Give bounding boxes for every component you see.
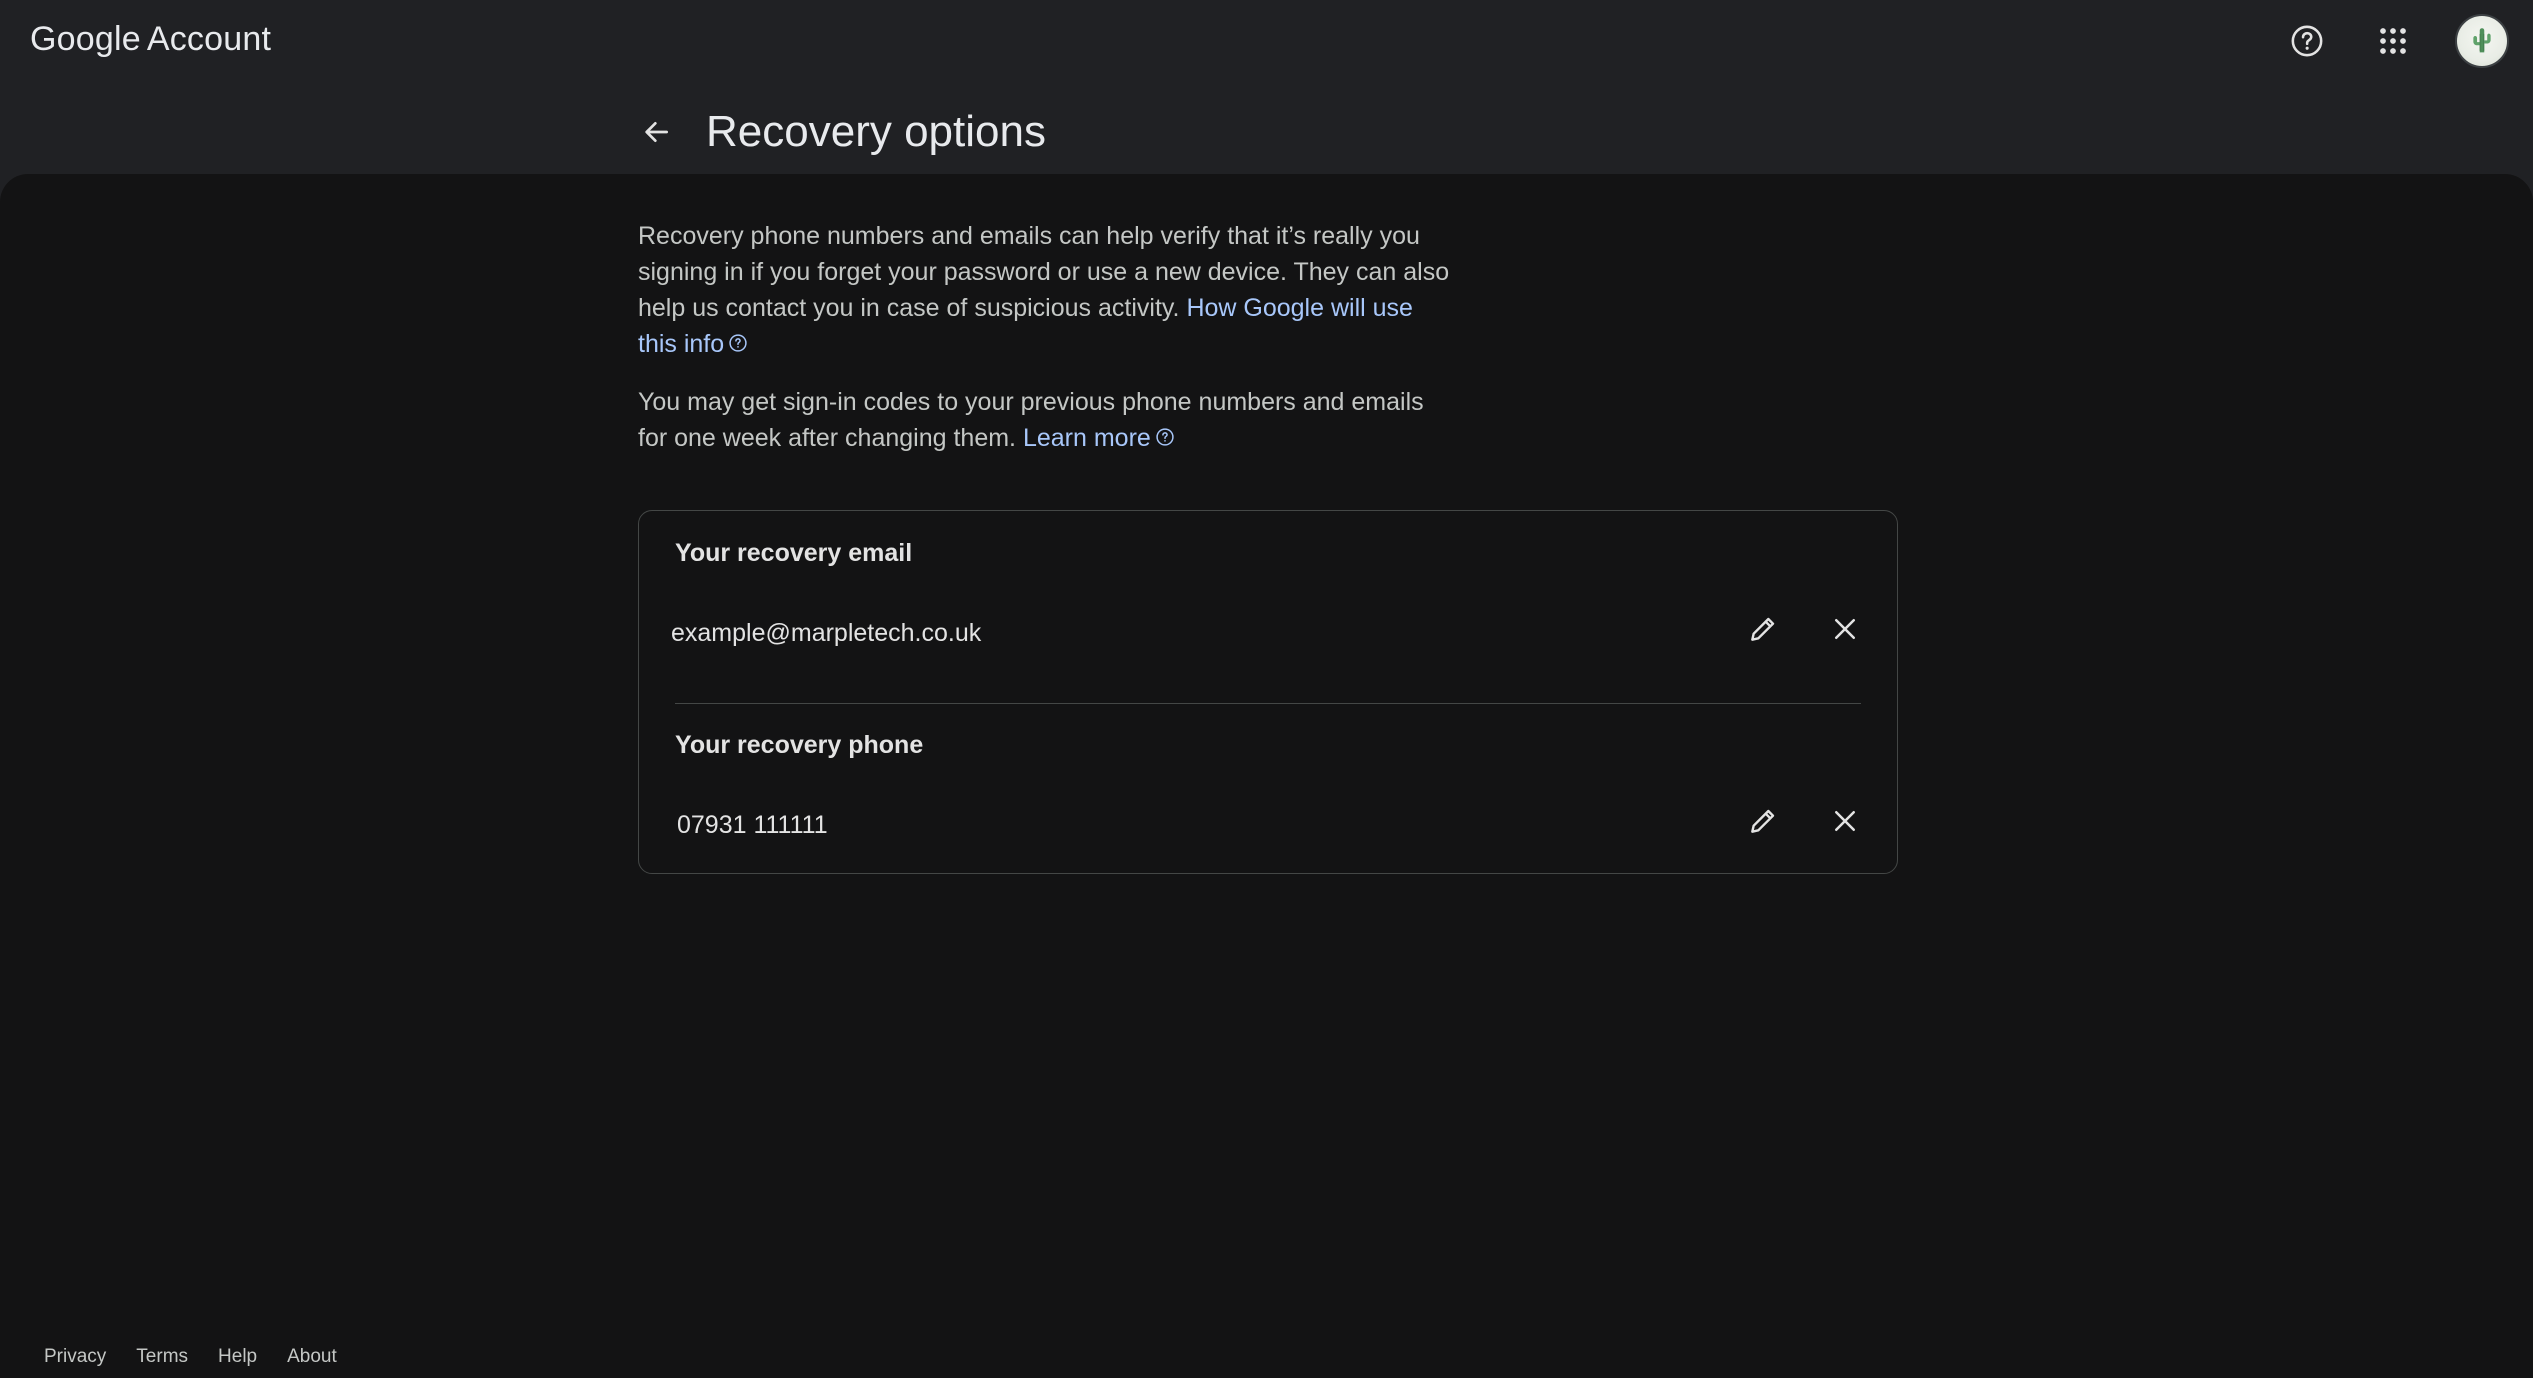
help-small-icon[interactable]	[1155, 427, 1175, 447]
edit-phone-button[interactable]	[1741, 799, 1785, 843]
apps-grid-icon	[2380, 28, 2406, 54]
footer-link-help[interactable]: Help	[218, 1346, 257, 1368]
apps-button[interactable]	[2369, 17, 2417, 65]
google-account-logo[interactable]: Google Account	[30, 20, 271, 59]
footer-link-about[interactable]: About	[287, 1346, 337, 1368]
recovery-card: Your recovery email example@marpletech.c…	[638, 510, 1898, 874]
brand-account: Account	[146, 20, 272, 58]
edit-email-button[interactable]	[1741, 607, 1785, 651]
recovery-email-actions	[1741, 607, 1867, 651]
footer-link-terms[interactable]: Terms	[136, 1346, 188, 1368]
footer: Privacy Terms Help About	[44, 1346, 337, 1368]
help-small-icon[interactable]	[728, 333, 748, 353]
help-circle-icon	[2291, 25, 2323, 57]
remove-phone-button[interactable]	[1823, 799, 1867, 843]
top-actions	[2283, 14, 2509, 68]
cactus-avatar-icon	[2473, 28, 2491, 53]
avatar[interactable]	[2455, 14, 2509, 68]
page-title: Recovery options	[706, 107, 1046, 156]
remove-email-button[interactable]	[1823, 607, 1867, 651]
close-icon	[1835, 619, 1855, 639]
intro-section: Recovery phone numbers and emails can he…	[638, 218, 1458, 478]
recovery-phone-actions	[1741, 799, 1867, 843]
arrow-back-icon	[645, 122, 668, 142]
brand-google: Google	[30, 20, 141, 58]
recovery-phone-label: Your recovery phone	[675, 731, 924, 759]
recovery-phone-value: 07931 111111	[677, 811, 828, 839]
app-root: Google Account Recovery options Recovery…	[0, 0, 2533, 1378]
card-divider	[675, 703, 1861, 704]
top-bar: Google Account	[0, 0, 2533, 88]
close-icon	[1835, 811, 1855, 831]
pencil-icon	[1751, 617, 1775, 641]
recovery-email-value: example@marpletech.co.uk	[671, 619, 982, 647]
pencil-icon	[1751, 809, 1775, 833]
learn-more-link[interactable]: Learn more	[1023, 424, 1151, 452]
page-header: Recovery options	[630, 100, 1046, 164]
help-button[interactable]	[2283, 17, 2331, 65]
recovery-email-label: Your recovery email	[675, 539, 913, 567]
footer-link-privacy[interactable]: Privacy	[44, 1346, 106, 1368]
back-button[interactable]	[630, 106, 682, 158]
intro-paragraph-1: Recovery phone numbers and emails can he…	[638, 218, 1458, 362]
intro-paragraph-2: You may get sign-in codes to your previo…	[638, 384, 1458, 456]
